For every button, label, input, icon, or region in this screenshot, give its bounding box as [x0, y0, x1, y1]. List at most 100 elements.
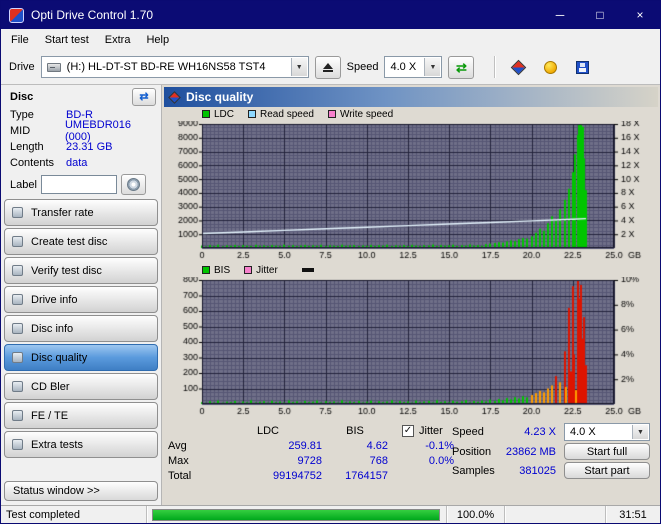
report-button[interactable] [537, 56, 563, 79]
sidebar-item-create-test-disc[interactable]: Create test disc [4, 228, 158, 255]
speed-row-label: Speed [452, 426, 484, 438]
save-icon [575, 60, 589, 74]
create-test-disc-icon [12, 236, 23, 247]
elapsed-time: 31:51 [606, 506, 660, 523]
legend-label: LDC [214, 108, 235, 120]
drive-icon [46, 62, 61, 72]
progress-percent: 100.0% [447, 506, 505, 523]
disc-quality-shortcut-button[interactable] [505, 56, 531, 79]
scan-speed-value: 4.0 X [570, 426, 596, 438]
refresh-icon: ⇄ [456, 59, 467, 75]
avg-bis-value: 4.62 [366, 439, 388, 452]
speed-select[interactable]: 4.0 X ▼ [384, 56, 443, 78]
legend-write-speed: Write speed [327, 108, 394, 120]
disc-contents-label: Contents [10, 157, 55, 169]
sidebar-item-label: CD Bler [31, 380, 70, 393]
axis-marker-icon [301, 268, 314, 272]
sidebar-item-extra-tests[interactable]: Extra tests [4, 431, 158, 458]
position-row-label: Position [452, 445, 492, 458]
maximize-button[interactable]: □ [580, 1, 620, 29]
legend-bottom: BIS Jitter [202, 263, 658, 277]
menu-file[interactable]: File [3, 31, 37, 49]
start-part-button[interactable]: Start part [564, 462, 650, 479]
toolbar-separator [494, 56, 496, 78]
menu-start-test[interactable]: Start test [37, 31, 97, 49]
bis-column-header: BIS [346, 424, 364, 437]
sidebar-item-drive-info[interactable]: Drive info [4, 286, 158, 313]
minimize-button[interactable]: ─ [540, 1, 580, 29]
chevron-down-icon[interactable]: ▼ [632, 425, 648, 439]
sidebar-item-verify-test-disc[interactable]: Verify test disc [4, 257, 158, 284]
avg-row-label: Avg [168, 439, 187, 452]
label-label: Label [10, 178, 37, 191]
sidebar: Disc ⇄ Type BD-R MID UMEBDR016 (000) Len… [1, 85, 162, 505]
legend-top: LDC Read speed Write speed [202, 107, 658, 121]
panel-header: Disc quality [164, 87, 658, 107]
toolbar: Drive (H:) HL-DT-ST BD-RE WH16NS58 TST4 … [1, 50, 660, 85]
chevron-down-icon[interactable]: ▼ [424, 58, 441, 76]
eject-icon [322, 62, 333, 72]
sidebar-item-fe-te[interactable]: FE / TE [4, 402, 158, 429]
disc-info-row: MID UMEBDR016 (000) [4, 119, 158, 143]
total-row-label: Total [168, 469, 192, 482]
write-speed-swatch [327, 110, 336, 118]
sidebar-item-disc-quality[interactable]: Disc quality [4, 344, 158, 371]
menu-extra[interactable]: Extra [97, 31, 139, 49]
sidebar-item-label: Disc quality [31, 351, 88, 364]
label-input[interactable] [40, 175, 117, 194]
refresh-disc-button[interactable]: ⇄ [132, 88, 156, 106]
sidebar-item-transfer-rate[interactable]: Transfer rate [4, 199, 158, 226]
jitter-checkbox[interactable]: ✓ [402, 424, 414, 437]
legend-label: Write speed [339, 108, 394, 120]
label-row: Label [4, 171, 158, 198]
legend-label: BIS [214, 264, 231, 276]
status-window-button[interactable]: Status window >> [4, 481, 158, 501]
start-full-button[interactable]: Start full [564, 443, 650, 460]
max-ldc-value: 9728 [297, 454, 322, 467]
speed-label: Speed [346, 61, 379, 73]
sidebar-item-label: Extra tests [31, 438, 83, 451]
jitter-swatch [244, 266, 253, 274]
save-button[interactable] [569, 56, 595, 79]
sidebar-item-disc-info[interactable]: Disc info [4, 315, 158, 342]
report-icon [543, 60, 557, 74]
legend-jitter: Jitter [244, 265, 278, 276]
bis-chart [164, 277, 658, 419]
disc-type-label: Type [10, 109, 34, 121]
bis-swatch [202, 266, 210, 274]
scan-speed-select[interactable]: 4.0 X ▼ [564, 423, 650, 441]
titlebar: Opti Drive Control 1.70 ─ □ × [1, 1, 660, 29]
sidebar-item-label: Disc info [31, 322, 74, 335]
disc-info-row: Contents data [4, 155, 158, 171]
sidebar-item-label: Drive info [31, 293, 78, 306]
samples-value: 381025 [519, 464, 556, 477]
eject-button[interactable] [314, 55, 341, 79]
legend-ldc: LDC [202, 109, 234, 120]
progress-fill [153, 509, 439, 520]
max-jitter-value: 0.0% [428, 454, 454, 467]
main-area: Disc ⇄ Type BD-R MID UMEBDR016 (000) Len… [1, 85, 660, 505]
sidebar-item-cd-bler[interactable]: CD Bler [4, 373, 158, 400]
fe-te-icon [12, 410, 23, 421]
disc-contents-value[interactable]: data [66, 157, 87, 169]
close-button[interactable]: × [620, 1, 660, 29]
drive-info-icon [12, 294, 23, 305]
cd-bler-icon [12, 381, 23, 392]
verify-test-disc-icon [12, 265, 23, 276]
avg-ldc-value: 259.81 [288, 439, 322, 452]
disc-mid-label: MID [10, 125, 31, 137]
refresh-drive-button[interactable]: ⇄ [448, 55, 475, 79]
disc-quality-panel: Disc quality LDC Read speed Write speed [162, 85, 660, 505]
disc-section-header: Disc ⇄ [4, 87, 158, 107]
jitter-checkbox-row: ✓ Jitter [388, 423, 454, 438]
disc-quality-icon [168, 90, 181, 104]
app-window: Opti Drive Control 1.70 ─ □ × File Start… [0, 0, 661, 524]
legend-label: Read speed [260, 108, 314, 120]
write-label-button[interactable] [120, 174, 146, 195]
drive-select[interactable]: (H:) HL-DT-ST BD-RE WH16NS58 TST4 ▼ [40, 56, 309, 78]
chevron-down-icon[interactable]: ▼ [290, 58, 307, 76]
sidebar-item-label: FE / TE [31, 409, 69, 422]
transfer-rate-icon [12, 207, 23, 218]
menu-help[interactable]: Help [138, 31, 177, 49]
window-controls: ─ □ × [540, 1, 660, 29]
